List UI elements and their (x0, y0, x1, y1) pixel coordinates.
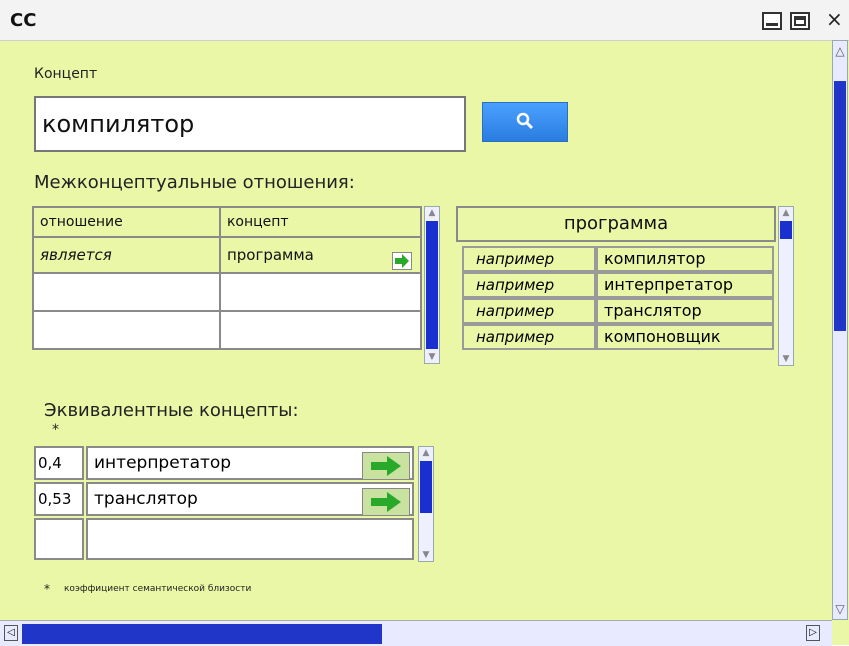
table-row[interactable]: например компилятор (456, 246, 776, 272)
table-row[interactable] (32, 310, 423, 350)
scroll-down-arrow[interactable]: ▼ (780, 353, 792, 365)
maximize-button[interactable] (790, 12, 810, 30)
equivalents-scrollbar[interactable]: ▲ ▼ (418, 446, 434, 562)
detail-concept-cell: транслятор (596, 298, 774, 324)
concept-cell-text: программа (226, 246, 314, 264)
scroll-up-arrow[interactable]: △ (834, 45, 846, 57)
search-icon (516, 112, 534, 130)
footnote-marker: * (44, 582, 50, 596)
relation-cell (32, 272, 221, 312)
horizontal-scrollbar[interactable]: ◁ ▷ (0, 620, 832, 646)
scroll-right-arrow[interactable]: ▷ (806, 625, 820, 641)
relations-scrollbar[interactable]: ▲ ▼ (424, 206, 440, 364)
detail-relation-cell: например (462, 324, 596, 350)
detail-concept-cell: интерпретатор (596, 272, 774, 298)
table-row[interactable] (32, 272, 423, 312)
concept-label: Концепт (34, 66, 98, 82)
table-row[interactable]: например интерпретатор (456, 272, 776, 298)
detail-relation-cell: например (462, 298, 596, 324)
scroll-left-arrow[interactable]: ◁ (4, 625, 18, 641)
scroll-thumb[interactable] (420, 461, 432, 513)
detail-relation-cell: например (462, 246, 596, 272)
detail-relation-cell: например (462, 272, 596, 298)
scroll-up-arrow[interactable]: ▲ (420, 447, 432, 459)
go-to-equivalent-button[interactable] (362, 452, 410, 480)
table-row[interactable]: является программа (32, 236, 423, 274)
minimize-button[interactable] (762, 12, 782, 30)
scroll-thumb[interactable] (834, 81, 846, 331)
search-button[interactable] (482, 102, 568, 142)
main-vertical-scrollbar[interactable]: △ ▽ (832, 40, 848, 620)
scroll-thumb[interactable] (780, 221, 792, 239)
concept-cell: программа (218, 236, 423, 274)
column-header-concept: концепт (218, 206, 423, 238)
scroll-thumb[interactable] (22, 624, 382, 644)
window-title: CC (10, 10, 37, 31)
detail-title: программа (456, 206, 776, 242)
coefficient-cell: 0,4 (34, 446, 84, 480)
concept-cell (218, 310, 423, 350)
relations-table: отношение концепт является программа (32, 206, 423, 350)
scroll-up-arrow[interactable]: ▲ (426, 207, 438, 219)
detail-concept-cell: компилятор (596, 246, 774, 272)
detail-concept-cell: компоновщик (596, 324, 774, 350)
scroll-down-arrow[interactable]: ▼ (426, 351, 438, 363)
concept-cell (218, 272, 423, 312)
relation-cell: является (32, 236, 221, 274)
scroll-thumb[interactable] (426, 221, 438, 349)
right-arrow-icon (371, 456, 401, 476)
relation-cell (32, 310, 221, 350)
equivalents-heading: Эквивалентные концепты: (44, 400, 299, 421)
right-arrow-icon (395, 254, 409, 268)
main-window: CC × Концепт компилятор Межконцептуальны… (0, 0, 849, 646)
right-arrow-icon (371, 492, 401, 512)
title-bar: CC × (0, 0, 849, 41)
go-to-equivalent-button[interactable] (362, 488, 410, 516)
relations-heading: Межконцептуальные отношения: (34, 172, 355, 193)
relations-header-row: отношение концепт (32, 206, 423, 238)
footnote-text: коэффициент семантической близости (64, 584, 252, 594)
close-button[interactable]: × (826, 9, 843, 29)
equivalent-name-cell (86, 518, 414, 560)
detail-scrollbar[interactable]: ▲ ▼ (778, 206, 794, 366)
go-to-concept-button[interactable] (392, 252, 412, 270)
column-header-relation: отношение (32, 206, 221, 238)
coefficient-cell (34, 518, 84, 560)
coefficient-cell: 0,53 (34, 482, 84, 516)
concept-search-input[interactable]: компилятор (34, 96, 466, 152)
table-row[interactable]: например транслятор (456, 298, 776, 324)
coefficient-marker: * (52, 422, 59, 438)
scroll-down-arrow[interactable]: ▽ (834, 603, 846, 615)
table-row[interactable]: например компоновщик (456, 324, 776, 350)
scroll-up-arrow[interactable]: ▲ (780, 207, 792, 219)
scroll-down-arrow[interactable]: ▼ (420, 549, 432, 561)
